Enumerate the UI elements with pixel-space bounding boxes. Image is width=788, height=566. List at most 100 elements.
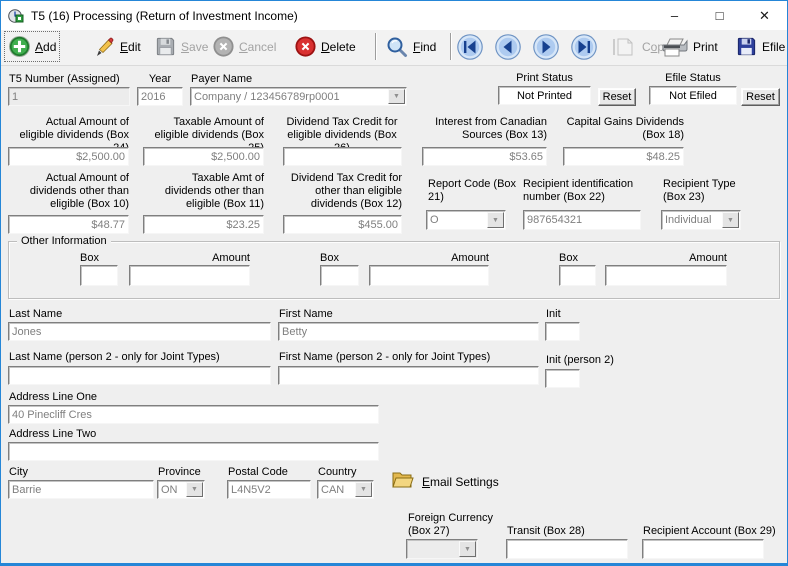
- payer-name-combobox[interactable]: ▼: [190, 87, 407, 106]
- first-name2-field[interactable]: [279, 367, 538, 384]
- first-record-icon: [456, 33, 484, 61]
- last-name-field[interactable]: [9, 323, 270, 340]
- box25-field[interactable]: [144, 148, 263, 165]
- delete-button[interactable]: Delete: [291, 32, 359, 61]
- other-info-amount-field-wrap: [369, 265, 489, 286]
- chevron-down-icon: ▼: [727, 217, 734, 224]
- box27-field[interactable]: [407, 540, 460, 558]
- save-label: Save: [181, 40, 208, 54]
- address-line-two-field[interactable]: [9, 443, 378, 460]
- other-info-amount-field-3[interactable]: [606, 266, 726, 285]
- delete-label: Delete: [321, 40, 356, 54]
- print-button[interactable]: Print: [656, 32, 721, 61]
- box23-dropdown-button[interactable]: ▼: [722, 212, 739, 228]
- box11-label: Taxable Amt of dividends other than elig…: [144, 172, 264, 211]
- other-info-box-label: Box: [559, 252, 596, 265]
- t5-number-field-wrap: [8, 87, 130, 106]
- save-button[interactable]: Save: [151, 32, 211, 61]
- window-title: T5 (16) Processing (Return of Investment…: [31, 9, 298, 23]
- box23-field[interactable]: [662, 211, 723, 229]
- box22-field-wrap: [523, 210, 641, 230]
- last-name2-field[interactable]: [9, 367, 270, 384]
- efile-status-reset-button[interactable]: Reset: [741, 88, 780, 106]
- t5-number-field[interactable]: [9, 88, 129, 105]
- close-button[interactable]: ✕: [742, 1, 787, 30]
- last-record-button[interactable]: [570, 33, 598, 61]
- box25-field-wrap: [143, 147, 264, 166]
- print-icon: [659, 35, 689, 59]
- box21-combobox[interactable]: ▼: [426, 210, 506, 230]
- box29-field[interactable]: [643, 540, 763, 558]
- box18-label: Capital Gains Dividends (Box 18): [561, 116, 684, 142]
- first-record-button[interactable]: [456, 33, 484, 61]
- efile-button[interactable]: Efile: [732, 32, 788, 61]
- app-icon: [8, 8, 24, 24]
- postal-code-field[interactable]: [228, 481, 310, 498]
- box23-combobox[interactable]: ▼: [661, 210, 741, 230]
- first-name-field[interactable]: [279, 323, 538, 340]
- add-button[interactable]: Add: [5, 32, 59, 61]
- previous-record-button[interactable]: [494, 33, 522, 61]
- cancel-label: Cancel: [239, 40, 276, 54]
- edit-button[interactable]: Edit: [89, 32, 144, 61]
- country-dropdown-button[interactable]: ▼: [355, 482, 372, 497]
- box28-field[interactable]: [507, 540, 627, 558]
- print-status-reset-button[interactable]: Reset: [598, 88, 636, 106]
- email-settings-link[interactable]: Email Settings: [422, 475, 499, 489]
- chevron-down-icon: ▼: [393, 93, 400, 100]
- maximize-button[interactable]: □: [697, 1, 742, 30]
- box10-field[interactable]: [9, 216, 128, 233]
- country-combobox[interactable]: ▼: [317, 480, 374, 499]
- address-line-one-field[interactable]: [9, 406, 378, 423]
- box26-field[interactable]: [284, 148, 401, 165]
- address-line-one-label: Address Line One: [9, 391, 97, 404]
- country-field[interactable]: [318, 481, 356, 498]
- box27-dropdown-button[interactable]: ▼: [459, 541, 476, 557]
- init2-field[interactable]: [546, 370, 579, 387]
- payer-name-field[interactable]: [191, 88, 389, 105]
- province-field[interactable]: [158, 481, 187, 498]
- address-line-one-field-wrap: [8, 405, 379, 424]
- other-info-box-field-1[interactable]: [81, 266, 117, 285]
- box21-dropdown-button[interactable]: ▼: [487, 212, 504, 228]
- box28-label: Transit (Box 28): [507, 525, 585, 538]
- email-settings-folder-icon[interactable]: [390, 468, 414, 490]
- minimize-button[interactable]: –: [652, 1, 697, 30]
- other-info-box-field-2[interactable]: [321, 266, 358, 285]
- next-record-button[interactable]: [532, 33, 560, 61]
- city-label: City: [9, 466, 28, 479]
- box13-field[interactable]: [423, 148, 546, 165]
- year-field[interactable]: [138, 88, 182, 105]
- box18-field[interactable]: [564, 148, 683, 165]
- last-name-field-wrap: [8, 322, 271, 341]
- other-info-amount-field-1[interactable]: [130, 266, 249, 285]
- other-info-amount-label: Amount: [605, 252, 727, 265]
- box21-field[interactable]: [427, 211, 488, 229]
- province-dropdown-button[interactable]: ▼: [186, 482, 203, 497]
- city-field[interactable]: [9, 481, 153, 498]
- delete-icon: [294, 35, 317, 58]
- cancel-button[interactable]: Cancel: [209, 32, 279, 61]
- find-button[interactable]: Find: [382, 32, 439, 61]
- box12-field-wrap: [283, 215, 402, 234]
- box24-field[interactable]: [9, 148, 128, 165]
- box22-field[interactable]: [524, 211, 640, 229]
- other-info-box-label: Box: [80, 252, 118, 265]
- edit-label: Edit: [120, 40, 141, 54]
- box27-combobox[interactable]: ▼: [406, 539, 478, 559]
- t5-number-label: T5 Number (Assigned): [9, 73, 120, 86]
- other-info-box-field-3[interactable]: [560, 266, 595, 285]
- province-label: Province: [158, 466, 201, 479]
- maximize-icon: □: [716, 8, 724, 23]
- payer-name-dropdown-button[interactable]: ▼: [388, 89, 405, 104]
- other-info-amount-field-2[interactable]: [370, 266, 488, 285]
- box22-label: Recipient identification number (Box 22): [523, 178, 653, 204]
- copy-icon: [612, 37, 638, 57]
- province-combobox[interactable]: ▼: [157, 480, 205, 499]
- box12-field[interactable]: [284, 216, 401, 233]
- box11-field-wrap: [143, 215, 264, 234]
- init-field[interactable]: [546, 323, 579, 340]
- first-name-label: First Name: [279, 308, 333, 321]
- cancel-icon: [212, 35, 235, 58]
- box11-field[interactable]: [144, 216, 263, 233]
